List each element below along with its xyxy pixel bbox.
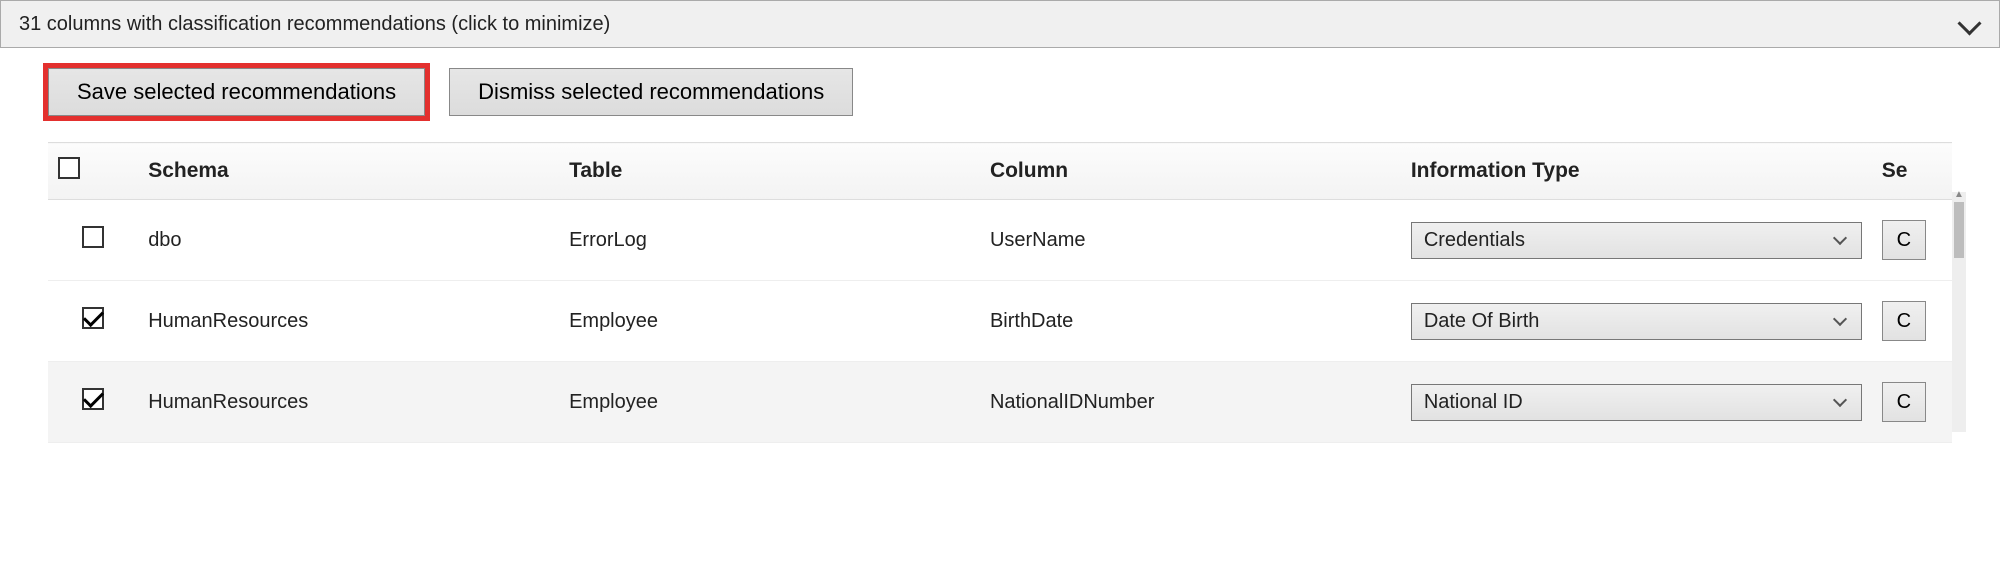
cell-table: ErrorLog: [559, 200, 980, 281]
chevron-down-icon: [1955, 11, 1981, 37]
cell-table: Employee: [559, 281, 980, 362]
tail-dropdown[interactable]: C: [1882, 301, 1926, 341]
save-button[interactable]: Save selected recommendations: [48, 68, 425, 116]
caret-down-icon: [1833, 312, 1847, 326]
recommendations-banner[interactable]: 31 columns with classification recommend…: [0, 0, 2000, 48]
vertical-scrollbar[interactable]: ▲: [1952, 192, 1966, 432]
cell-schema: HumanResources: [138, 362, 559, 443]
dropdown-value: National ID: [1424, 391, 1523, 414]
column-header-info-type[interactable]: Information Type: [1401, 143, 1872, 200]
table-row: HumanResources Employee BirthDate Date O…: [48, 281, 1952, 362]
tail-dropdown[interactable]: C: [1882, 382, 1926, 422]
column-header-table[interactable]: Table: [559, 143, 980, 200]
caret-down-icon: [1833, 393, 1847, 407]
cell-schema: dbo: [138, 200, 559, 281]
info-type-dropdown[interactable]: Date Of Birth: [1411, 303, 1862, 340]
banner-text: 31 columns with classification recommend…: [19, 13, 610, 36]
column-header-column[interactable]: Column: [980, 143, 1401, 200]
recommendations-table: Schema Table Column Information Type Se …: [48, 142, 1952, 443]
cell-column: BirthDate: [980, 281, 1401, 362]
cell-table: Employee: [559, 362, 980, 443]
caret-down-icon: [1833, 231, 1847, 245]
scroll-thumb[interactable]: [1954, 202, 1964, 258]
cell-column: UserName: [980, 200, 1401, 281]
table-row: dbo ErrorLog UserName Credentials C: [48, 200, 1952, 281]
tail-dropdown[interactable]: C: [1882, 220, 1926, 260]
select-all-checkbox[interactable]: [58, 157, 80, 179]
column-header-tail[interactable]: Se: [1872, 143, 1952, 200]
row-checkbox[interactable]: [82, 226, 104, 248]
scroll-up-icon: ▲: [1952, 188, 1966, 202]
table-row: HumanResources Employee NationalIDNumber…: [48, 362, 1952, 443]
info-type-dropdown[interactable]: National ID: [1411, 384, 1862, 421]
column-header-schema[interactable]: Schema: [138, 143, 559, 200]
dismiss-button[interactable]: Dismiss selected recommendations: [449, 68, 853, 116]
cell-column: NationalIDNumber: [980, 362, 1401, 443]
row-checkbox[interactable]: [82, 388, 104, 410]
info-type-dropdown[interactable]: Credentials: [1411, 222, 1862, 259]
row-checkbox[interactable]: [82, 307, 104, 329]
dropdown-value: Date Of Birth: [1424, 310, 1540, 333]
action-button-row: Save selected recommendations Dismiss se…: [0, 48, 2000, 142]
cell-schema: HumanResources: [138, 281, 559, 362]
dropdown-value: Credentials: [1424, 229, 1525, 252]
